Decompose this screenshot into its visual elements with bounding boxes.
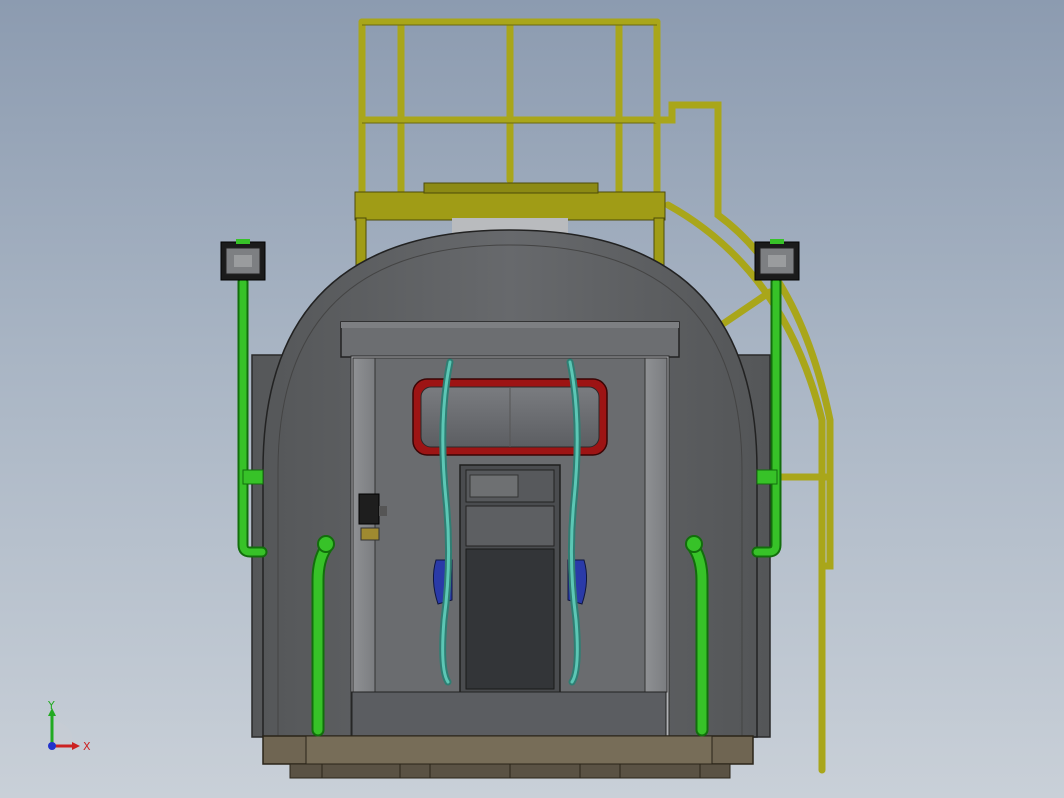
triad-z-axis: [48, 742, 56, 750]
triad-x-label: X: [83, 740, 91, 753]
cad-viewport[interactable]: Y X: [0, 0, 1064, 798]
triad-x-arrow: [72, 742, 80, 750]
coordinate-triad-icon: Y X: [47, 699, 91, 753]
triad-y-label: Y: [47, 699, 55, 712]
triad-plane: [52, 721, 73, 744]
